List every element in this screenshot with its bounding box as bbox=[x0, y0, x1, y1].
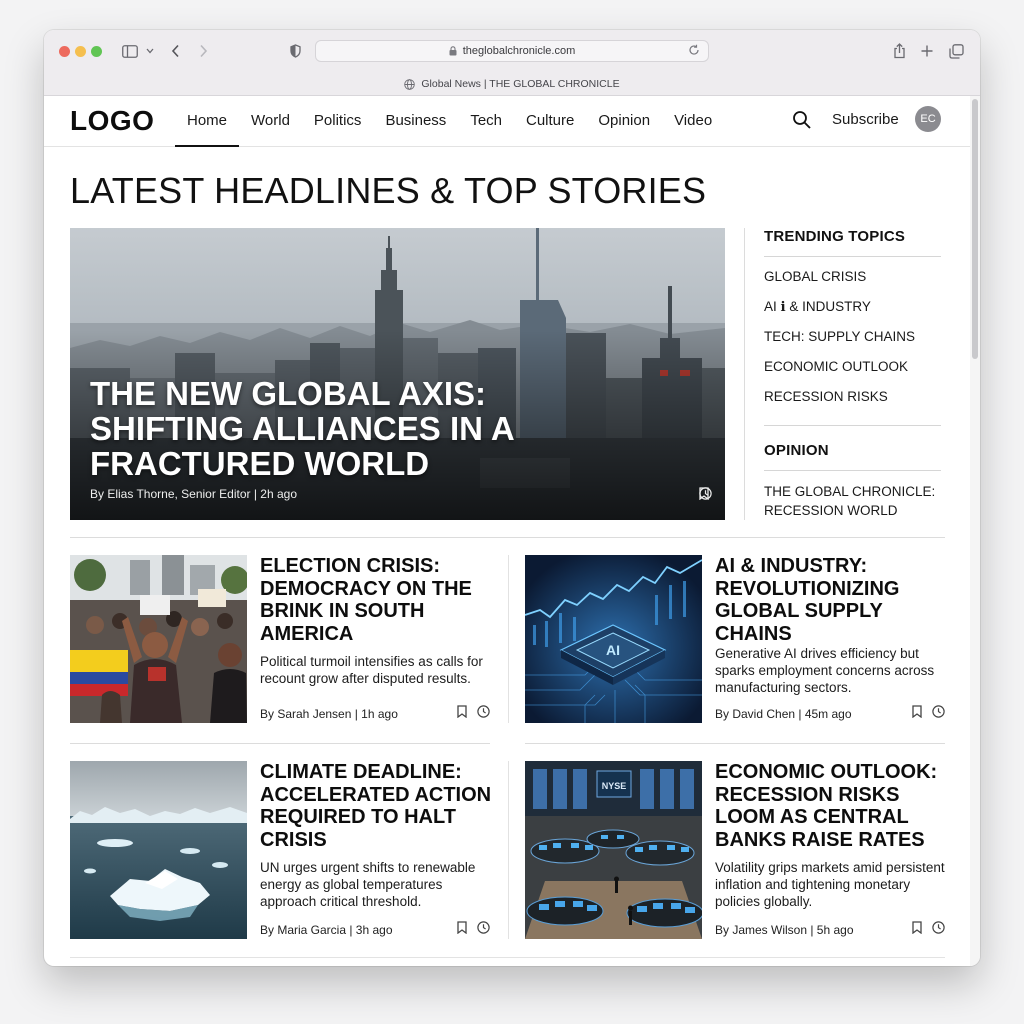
nav-tech[interactable]: Tech bbox=[458, 96, 514, 147]
globe-icon bbox=[404, 78, 416, 90]
tabs-overview-icon[interactable] bbox=[949, 41, 964, 61]
divider bbox=[508, 761, 509, 939]
avatar[interactable]: EC bbox=[915, 106, 941, 132]
close-window-button[interactable] bbox=[59, 46, 70, 57]
forward-icon[interactable] bbox=[199, 41, 208, 61]
chevron-down-icon[interactable] bbox=[146, 41, 154, 61]
browser-toolbar: theglobalchronicle.com Global News | THE… bbox=[44, 30, 980, 96]
browser-window: theglobalchronicle.com Global News | THE… bbox=[44, 30, 980, 966]
trending-item[interactable]: GLOBAL CRISIS bbox=[764, 268, 941, 286]
divider bbox=[508, 555, 509, 723]
clock-icon[interactable] bbox=[477, 705, 490, 723]
scrollbar-thumb[interactable] bbox=[972, 99, 978, 359]
tab[interactable]: Global News | THE GLOBAL CHRONICLE bbox=[44, 74, 980, 94]
back-icon[interactable] bbox=[171, 41, 180, 61]
story-summary: Volatility grips markets amid persistent… bbox=[715, 860, 945, 909]
nav-world[interactable]: World bbox=[239, 96, 302, 147]
divider bbox=[764, 425, 941, 426]
story-image bbox=[70, 555, 247, 723]
trending-item[interactable]: TECH: SUPPLY CHAINS bbox=[764, 328, 941, 346]
story-actions bbox=[457, 921, 490, 939]
sidebar-icon[interactable] bbox=[122, 41, 138, 61]
plus-icon[interactable] bbox=[921, 41, 933, 61]
hero-story[interactable]: THE NEW GLOBAL AXIS: SHIFTING ALLIANCES … bbox=[70, 228, 725, 520]
story-byline: By David Chen | 45m ago bbox=[715, 707, 852, 721]
story-headline[interactable]: AI & INDUSTRY: REVOLUTIONIZING GLOBAL SU… bbox=[715, 555, 947, 645]
search-icon[interactable] bbox=[792, 110, 814, 132]
nyse-sign: NYSE bbox=[602, 781, 627, 791]
bookmark-icon[interactable] bbox=[912, 921, 922, 939]
bookmark-icon[interactable] bbox=[457, 921, 467, 939]
story-headline[interactable]: CLIMATE DEADLINE: ACCELERATED ACTION REQ… bbox=[260, 761, 492, 851]
bookmark-icon[interactable] bbox=[912, 705, 922, 723]
sidebar: TRENDING TOPICS GLOBAL CRISIS AI ℹ︎ & IN… bbox=[744, 228, 941, 520]
story-actions bbox=[457, 705, 490, 723]
nav-business[interactable]: Business bbox=[373, 96, 458, 147]
nav-video[interactable]: Video bbox=[662, 96, 724, 147]
page-title: LATEST HEADLINES & TOP STORIES bbox=[70, 170, 707, 211]
share-icon[interactable] bbox=[893, 41, 906, 61]
site-header: LOGO Home World Politics Business Tech C… bbox=[44, 96, 970, 147]
bookmark-icon[interactable] bbox=[457, 705, 467, 723]
story-image: NYSE bbox=[525, 761, 702, 939]
story-image bbox=[70, 761, 247, 939]
trending-item[interactable]: AI ℹ︎ & INDUSTRY bbox=[764, 298, 941, 316]
divider bbox=[70, 537, 945, 538]
address-bar[interactable]: theglobalchronicle.com bbox=[315, 40, 709, 62]
trending-heading: TRENDING TOPICS bbox=[764, 228, 906, 245]
story-byline: By James Wilson | 5h ago bbox=[715, 923, 854, 937]
story-actions bbox=[912, 705, 945, 723]
story-headline[interactable]: ECONOMIC OUTLOOK: RECESSION RISKS LOOM A… bbox=[715, 761, 947, 851]
opinion-item[interactable]: THE GLOBAL CHRONICLE: RECESSION WORLD bbox=[764, 482, 941, 520]
nav-opinion[interactable]: Opinion bbox=[586, 96, 662, 147]
zoom-window-button[interactable] bbox=[91, 46, 102, 57]
url-text: theglobalchronicle.com bbox=[462, 45, 576, 57]
hero-headline[interactable]: THE NEW GLOBAL AXIS: SHIFTING ALLIANCES … bbox=[90, 376, 530, 481]
scrollbar[interactable] bbox=[970, 96, 980, 966]
site-logo[interactable]: LOGO bbox=[70, 105, 154, 137]
reload-icon[interactable] bbox=[688, 44, 700, 59]
minimize-window-button[interactable] bbox=[75, 46, 86, 57]
story-image: AI bbox=[525, 555, 702, 723]
story-card[interactable]: AI AI & INDUSTRY: REVOLUTIONIZING GLOBAL… bbox=[525, 555, 945, 725]
main-nav: Home World Politics Business Tech Cultur… bbox=[175, 96, 724, 147]
story-summary: UN urges urgent shifts to renewable ener… bbox=[260, 860, 476, 909]
nav-politics[interactable]: Politics bbox=[302, 96, 374, 147]
trending-item[interactable]: RECESSION RISKS bbox=[764, 388, 941, 406]
divider bbox=[525, 743, 945, 744]
trending-item[interactable]: ECONOMIC OUTLOOK bbox=[764, 358, 941, 376]
story-byline: By Sarah Jensen | 1h ago bbox=[260, 707, 398, 721]
subscribe-button[interactable]: Subscribe bbox=[832, 110, 899, 130]
lock-icon bbox=[449, 46, 457, 56]
story-headline[interactable]: ELECTION CRISIS: DEMOCRACY ON THE BRINK … bbox=[260, 555, 492, 645]
clock-icon[interactable] bbox=[932, 921, 945, 939]
ai-chip-label: AI bbox=[606, 642, 620, 658]
divider bbox=[70, 957, 945, 958]
nav-home[interactable]: Home bbox=[175, 96, 240, 147]
opinion-heading: OPINION bbox=[764, 442, 829, 459]
clock-icon[interactable] bbox=[477, 921, 490, 939]
story-card[interactable]: NYSE ECONOMIC OUTLOOK: RECESSION RISKS L… bbox=[525, 761, 947, 939]
divider bbox=[764, 256, 941, 257]
story-actions bbox=[912, 921, 945, 939]
shield-icon[interactable] bbox=[290, 41, 301, 61]
divider bbox=[70, 743, 490, 744]
divider bbox=[764, 470, 941, 471]
nav-culture[interactable]: Culture bbox=[514, 96, 586, 147]
story-summary: Political turmoil intensifies as calls f… bbox=[260, 654, 483, 686]
story-summary: Generative AI drives efficiency but spar… bbox=[715, 646, 935, 695]
hero-byline: By Elias Thorne, Senior Editor | 2h ago bbox=[90, 487, 298, 501]
clock-icon[interactable] bbox=[932, 705, 945, 723]
story-card[interactable]: CLIMATE DEADLINE: ACCELERATED ACTION REQ… bbox=[70, 761, 492, 939]
story-card[interactable]: ELECTION CRISIS: DEMOCRACY ON THE BRINK … bbox=[70, 555, 490, 725]
tab-title: Global News | THE GLOBAL CHRONICLE bbox=[421, 78, 620, 90]
story-byline: By Maria Garcia | 3h ago bbox=[260, 923, 393, 937]
